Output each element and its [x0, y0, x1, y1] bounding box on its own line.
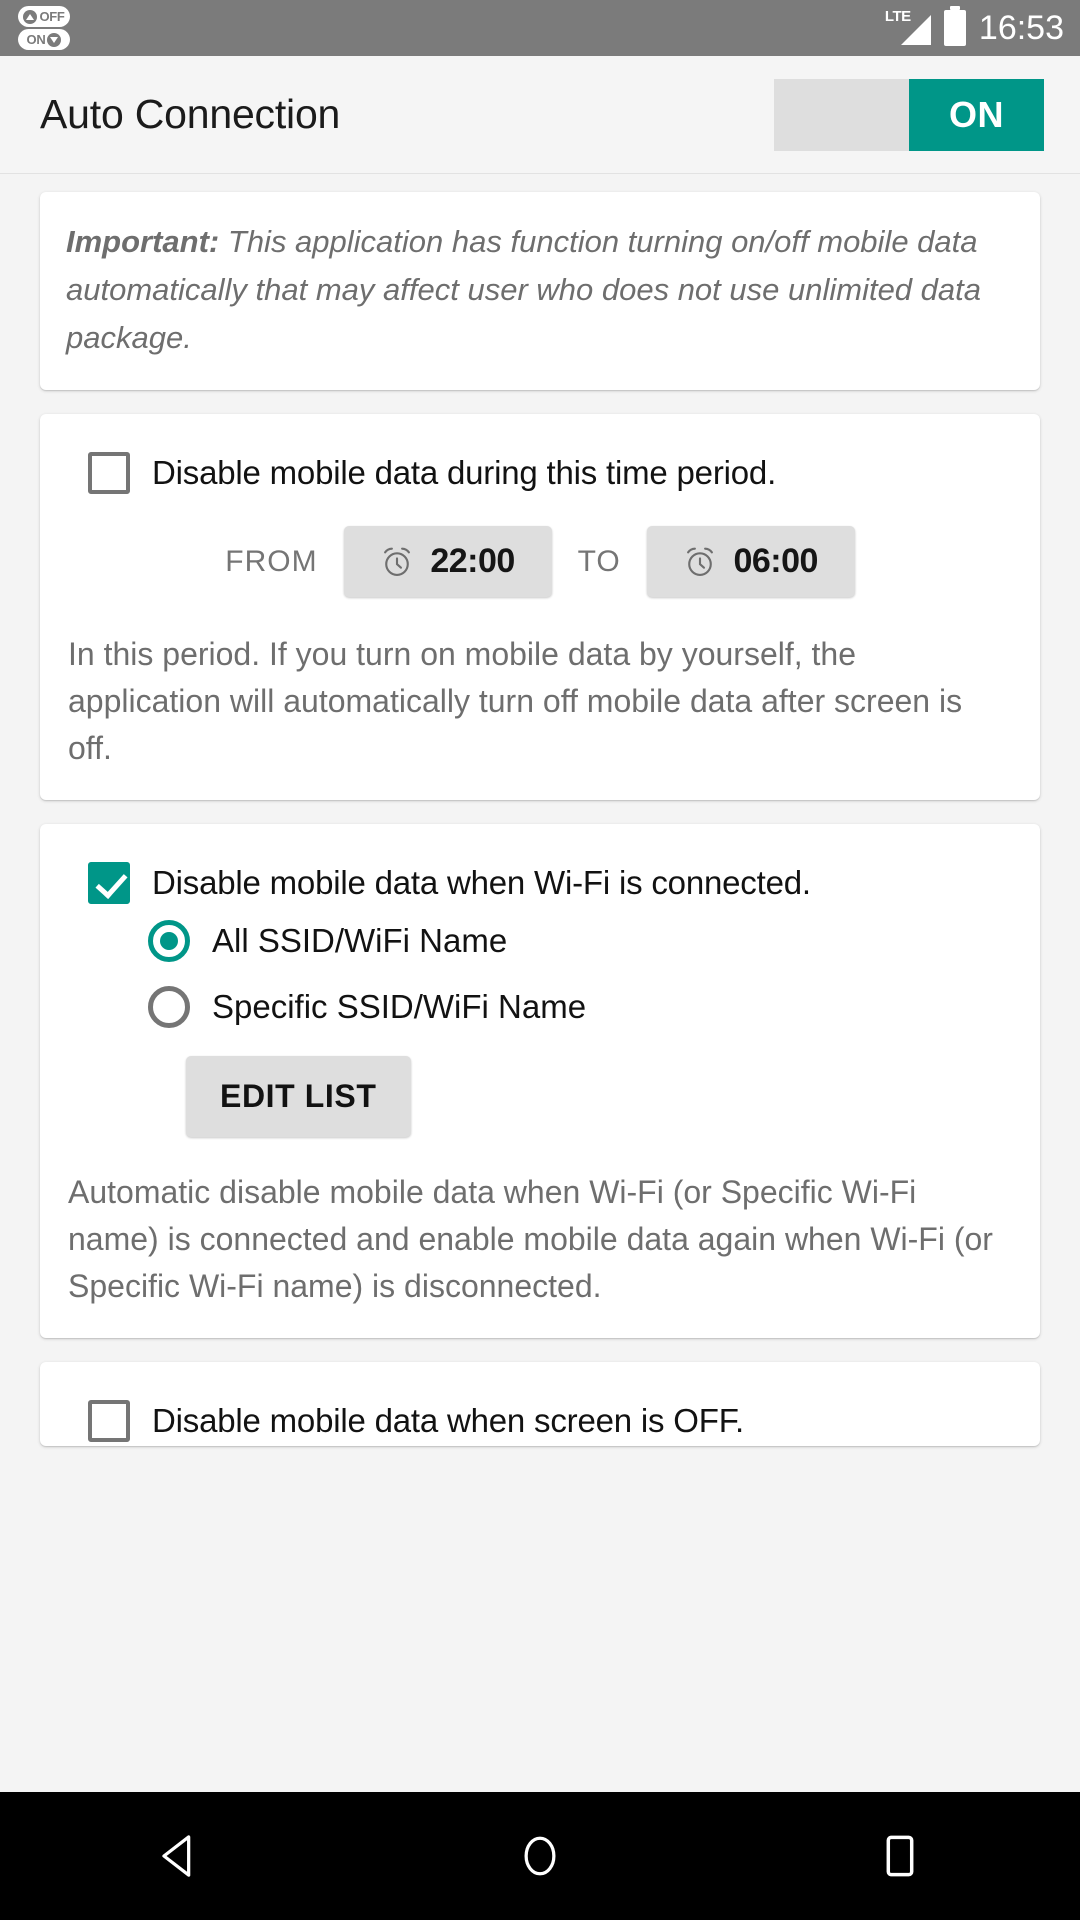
- time-period-card: Disable mobile data during this time per…: [40, 414, 1040, 800]
- radio-specific-ssid[interactable]: [148, 986, 190, 1028]
- time-period-checkbox[interactable]: [88, 452, 130, 494]
- master-toggle-switch[interactable]: ON: [774, 78, 1044, 151]
- radio-all-ssid-row[interactable]: All SSID/WiFi Name: [66, 908, 1014, 974]
- battery-full-icon: [943, 6, 966, 46]
- time-period-checkbox-row[interactable]: Disable mobile data during this time per…: [66, 440, 1014, 498]
- page-title: Auto Connection: [40, 91, 341, 137]
- to-time-button[interactable]: 06:00: [646, 526, 855, 597]
- app-bar: Auto Connection ON: [0, 56, 1080, 174]
- screen-off-card: Disable mobile data when screen is OFF.: [40, 1362, 1040, 1446]
- wifi-checkbox[interactable]: [88, 862, 130, 904]
- wifi-checkbox-label: Disable mobile data when Wi-Fi is connec…: [152, 864, 811, 901]
- nav-home-button[interactable]: [450, 1792, 630, 1920]
- to-label: TO: [577, 544, 621, 578]
- edit-list-button[interactable]: EDIT LIST: [186, 1056, 411, 1137]
- screen-off-checkbox[interactable]: [88, 1400, 130, 1442]
- time-period-description: In this period. If you turn on mobile da…: [68, 636, 963, 766]
- alarm-clock-icon: [384, 547, 411, 576]
- from-label: FROM: [225, 544, 318, 578]
- master-toggle-track-on[interactable]: ON: [909, 78, 1044, 151]
- time-period-checkbox-label: Disable mobile data during this time per…: [152, 454, 777, 491]
- toggle-down-icon: [47, 32, 62, 47]
- home-icon: [524, 1836, 556, 1876]
- notification-icon-group: OFF ON: [18, 6, 70, 50]
- data-off-notification-label: OFF: [39, 9, 65, 24]
- wifi-checkbox-row[interactable]: Disable mobile data when Wi-Fi is connec…: [66, 850, 1014, 908]
- android-screen: OFF ON LTE 16:53 Auto Connection ON Impo…: [0, 0, 1080, 1920]
- radio-all-ssid-label: All SSID/WiFi Name: [212, 922, 508, 959]
- data-off-notification-icon: OFF: [18, 6, 70, 27]
- status-bar: OFF ON LTE 16:53: [0, 0, 1080, 56]
- from-time-button[interactable]: 22:00: [343, 526, 552, 597]
- settings-scroll-area[interactable]: Important: This application has function…: [0, 174, 1080, 1792]
- master-toggle-track-off[interactable]: [774, 78, 909, 151]
- important-label: Important:: [66, 224, 220, 259]
- important-notice-card: Important: This application has function…: [40, 192, 1040, 390]
- nav-back-button[interactable]: [90, 1792, 270, 1920]
- signal-bars-icon: LTE: [885, 9, 931, 47]
- master-toggle-label: ON: [949, 93, 1004, 135]
- wifi-description: Automatic disable mobile data when Wi-Fi…: [68, 1174, 993, 1304]
- alarm-clock-icon: [687, 547, 714, 576]
- status-bar-system-icons: LTE 16:53: [885, 6, 1064, 47]
- nav-recents-button[interactable]: [810, 1792, 990, 1920]
- to-time-value: 06:00: [733, 542, 818, 580]
- status-bar-notifications: OFF ON: [18, 6, 70, 50]
- screen-off-checkbox-label: Disable mobile data when screen is OFF.: [152, 1402, 744, 1439]
- edit-list-row: EDIT LIST: [66, 1040, 1014, 1145]
- toggle-up-icon: [23, 9, 38, 24]
- data-on-notification-icon: ON: [18, 29, 70, 50]
- radio-specific-ssid-label: Specific SSID/WiFi Name: [212, 988, 587, 1025]
- time-range-row: FROM 22:00 TO 06:00: [66, 498, 1014, 607]
- radio-all-ssid[interactable]: [148, 920, 190, 962]
- screen-off-checkbox-row[interactable]: Disable mobile data when screen is OFF.: [66, 1388, 1014, 1446]
- radio-specific-ssid-row[interactable]: Specific SSID/WiFi Name: [66, 974, 1014, 1040]
- navigation-bar: [0, 1792, 1080, 1920]
- signal-triangle-icon: [900, 15, 931, 45]
- status-bar-clock: 16:53: [978, 9, 1064, 47]
- data-on-notification-label: ON: [26, 32, 46, 47]
- wifi-card: Disable mobile data when Wi-Fi is connec…: [40, 824, 1040, 1338]
- back-icon: [162, 1835, 191, 1877]
- important-notice-text: Important: This application has function…: [66, 218, 1014, 362]
- from-time-value: 22:00: [430, 542, 515, 580]
- recents-icon: [886, 1835, 914, 1877]
